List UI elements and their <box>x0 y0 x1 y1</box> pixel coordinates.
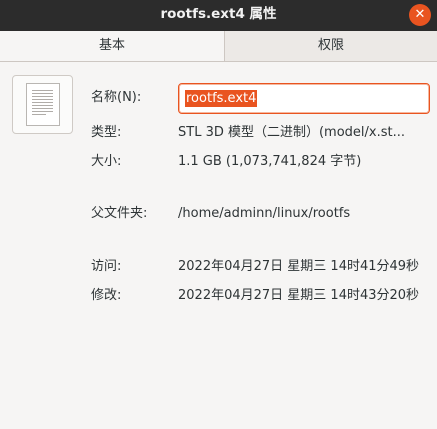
parent-folder-label: 父文件夹: <box>91 206 148 221</box>
tab-basic[interactable]: 基本 <box>0 31 225 61</box>
document-page-graphic <box>26 83 60 126</box>
type-label: 类型: <box>91 125 122 140</box>
parent-folder-value: /home/adminn/linux/rootfs <box>178 206 351 221</box>
tab-bar: 基本 权限 <box>0 31 437 62</box>
tab-permissions[interactable]: 权限 <box>225 31 437 61</box>
modified-value: 2022年04月27日 星期三 14时43分20秒 <box>178 288 420 303</box>
close-button[interactable]: ✕ <box>409 4 431 26</box>
text-file-icon[interactable] <box>12 75 73 134</box>
accessed-value: 2022年04月27日 星期三 14时41分49秒 <box>178 259 420 274</box>
type-value: STL 3D 模型（二进制）(model/x.st... <box>178 125 406 140</box>
modified-label: 修改: <box>91 288 122 303</box>
size-label: 大小: <box>91 154 122 169</box>
name-field-selected-text: rootfs.ext4 <box>185 90 258 107</box>
title-bar[interactable]: rootfs.ext4 属性 ✕ <box>0 0 437 32</box>
name-field[interactable]: rootfs.ext4 <box>178 83 430 114</box>
size-value: 1.1 GB (1,073,741,824 字节) <box>178 154 362 169</box>
accessed-label: 访问: <box>91 259 122 274</box>
close-icon: ✕ <box>414 7 426 22</box>
window-title: rootfs.ext4 属性 <box>160 6 277 22</box>
name-label: 名称(N): <box>91 90 142 105</box>
